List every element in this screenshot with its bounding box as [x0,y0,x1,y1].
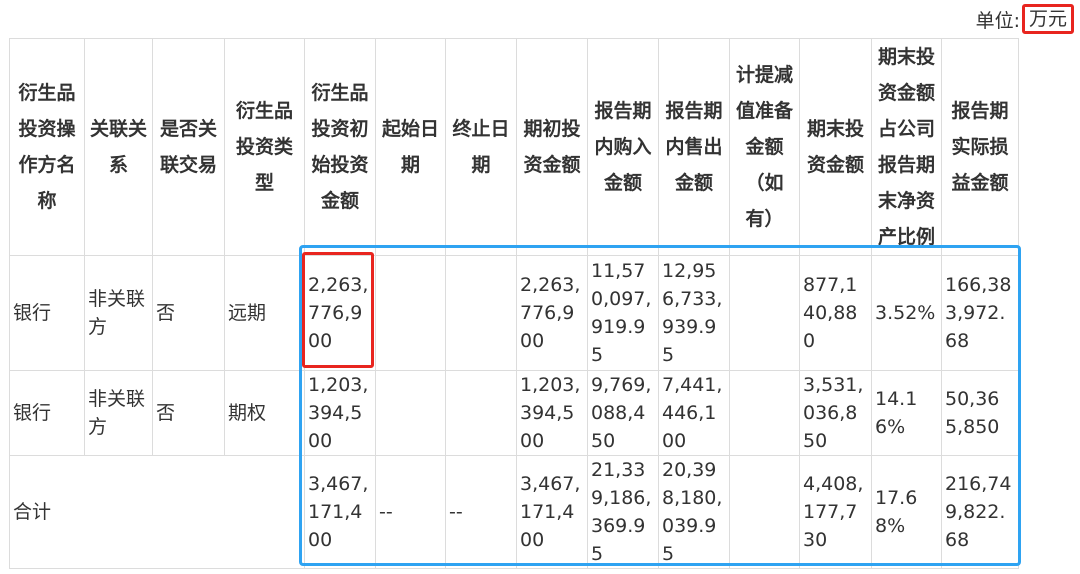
blue-highlight-box [299,245,1021,566]
header-cell: 衍生品投资初始投资金额 [304,38,376,256]
table-cell: 银行 [9,255,85,371]
table-cell: 否 [152,255,225,371]
header-cell: 终止日期 [445,38,517,256]
header-cell: 报告期实际损益金额 [941,38,1019,256]
table-cell: 非关联方 [84,370,153,456]
table-cell: 期权 [224,370,305,456]
unit-label: 单位: [975,9,1020,32]
header-cell: 计提减值准备金额（如有） [729,38,800,256]
red-highlight-box [302,252,374,368]
table-cell: 非关联方 [84,255,153,371]
header-cell: 报告期内售出金额 [658,38,730,256]
header-cell: 是否关联交易 [152,38,225,256]
unit-line: 单位: 万元 [976,4,1074,34]
unit-value-highlight: 万元 [1021,4,1074,34]
table-cell: 远期 [224,255,305,371]
header-cell: 期末投资金额占公司报告期末净资产比例 [871,38,942,256]
header-cell: 衍生品投资类型 [224,38,305,256]
table-cell: 否 [152,370,225,456]
header-cell: 期末投资金额 [799,38,872,256]
table-header-row: 衍生品投资操作方名称 关联关系 是否关联交易 衍生品投资类型 衍生品投资初始投资… [9,38,1019,256]
header-cell: 关联关系 [84,38,153,256]
header-cell: 报告期内购入金额 [587,38,659,256]
total-label: 合计 [9,455,305,569]
table-cell: 银行 [9,370,85,456]
header-cell: 期初投资金额 [516,38,588,256]
header-cell: 起始日期 [375,38,446,256]
header-cell: 衍生品投资操作方名称 [9,38,85,256]
